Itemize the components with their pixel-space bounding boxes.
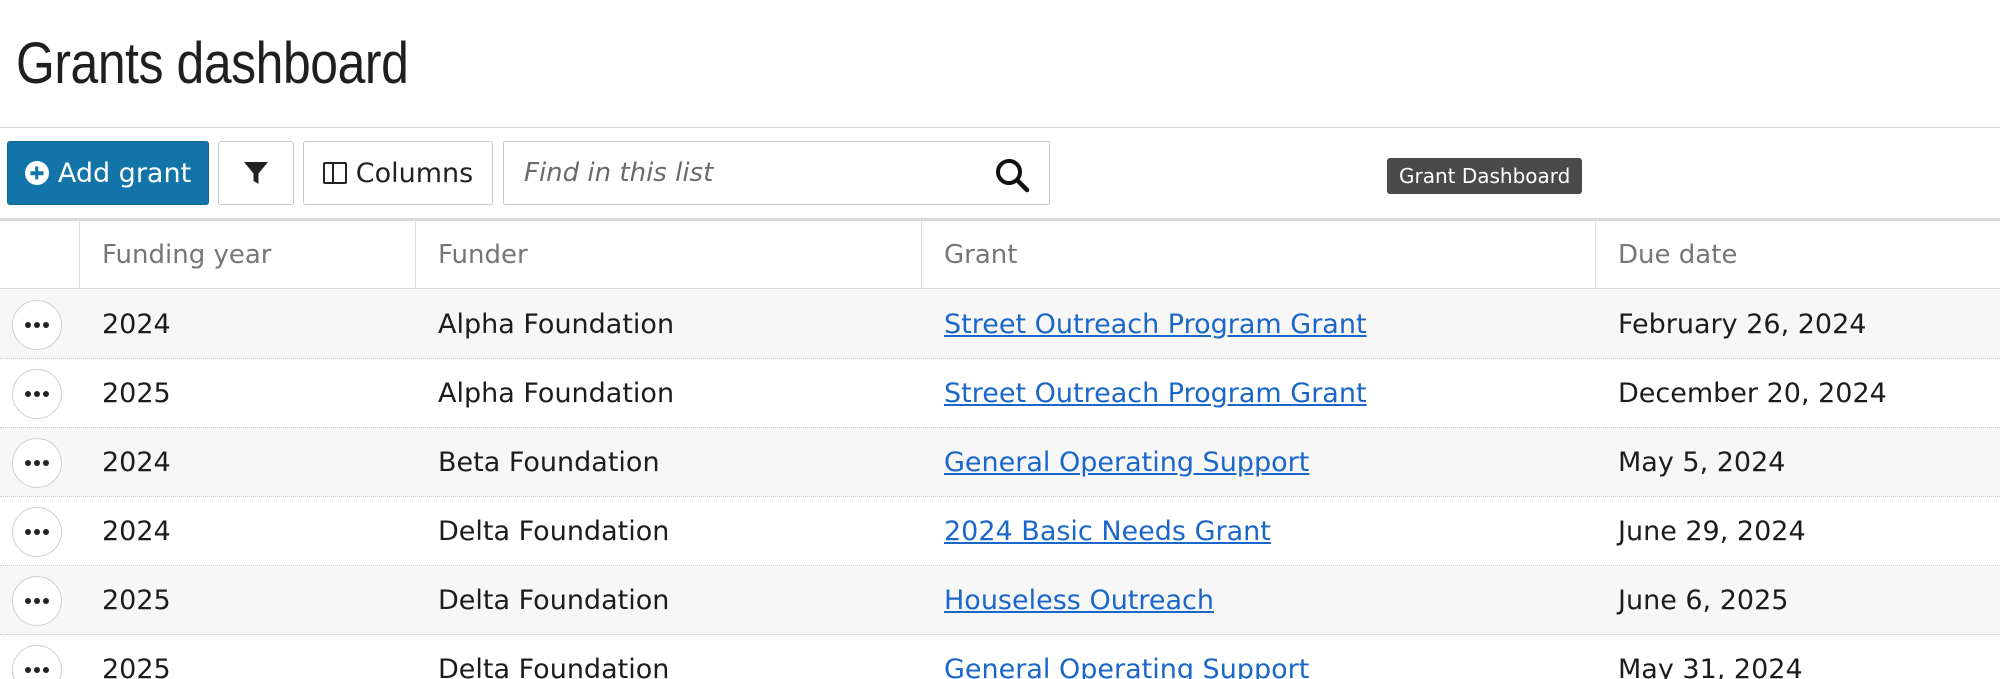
ellipsis-dot-icon — [34, 322, 40, 328]
toolbar: Add grant Columns Grant Dashboard — [0, 141, 2000, 205]
table-header: Funding year Funder Grant Due date — [0, 221, 2000, 289]
row-actions-button[interactable] — [12, 438, 62, 488]
cell-funding-year: 2025 — [102, 584, 171, 616]
table-body: 2024 Alpha Foundation Street Outreach Prog… — [0, 290, 2000, 679]
cell-funding-year: 2024 — [102, 308, 171, 340]
column-header-grant[interactable]: Grant — [921, 221, 1595, 288]
table-row: 2025 Delta Foundation Houseless Outreach Ju… — [0, 566, 2000, 635]
grant-link[interactable]: Houseless Outreach — [944, 585, 1214, 616]
cell-grant: 2024 Basic Needs Grant — [944, 497, 1271, 565]
cell-due-date: May 31, 2024 — [1618, 653, 1803, 679]
cell-funding-year: 2025 — [102, 377, 171, 409]
row-actions-button[interactable] — [12, 369, 62, 419]
column-header-funding-year[interactable]: Funding year — [79, 221, 415, 288]
search-box — [503, 141, 1050, 205]
search-icon[interactable] — [993, 156, 1031, 194]
add-grant-button[interactable]: Add grant — [7, 141, 209, 205]
ellipsis-dot-icon — [43, 598, 49, 604]
title-divider — [0, 127, 2000, 128]
table-row: 2024 Alpha Foundation Street Outreach Prog… — [0, 290, 2000, 359]
cell-grant: Houseless Outreach — [944, 566, 1214, 634]
table-row: 2025 Delta Foundation General Operating Su… — [0, 635, 2000, 679]
cell-grant: General Operating Support — [944, 428, 1309, 496]
row-actions-button[interactable] — [12, 507, 62, 557]
columns-label: Columns — [355, 157, 474, 189]
table-row: 2024 Delta Foundation 2024 Basic Needs Gra… — [0, 497, 2000, 566]
row-actions-button[interactable] — [12, 576, 62, 626]
cell-grant: Street Outreach Program Grant — [944, 359, 1367, 427]
cell-funding-year: 2024 — [102, 515, 171, 547]
row-actions-button[interactable] — [12, 300, 62, 350]
ellipsis-dot-icon — [25, 460, 31, 466]
ellipsis-dot-icon — [34, 598, 40, 604]
columns-icon — [322, 162, 347, 184]
page-title: Grants dashboard — [16, 31, 409, 96]
table-row: 2025 Alpha Foundation Street Outreach Prog… — [0, 359, 2000, 428]
ellipsis-dot-icon — [34, 529, 40, 535]
cell-grant: General Operating Support — [944, 635, 1309, 679]
ellipsis-dot-icon — [25, 667, 31, 673]
ellipsis-dot-icon — [43, 322, 49, 328]
cell-funding-year: 2025 — [102, 653, 171, 679]
cell-due-date: February 26, 2024 — [1618, 308, 1867, 340]
cell-due-date: May 5, 2024 — [1618, 446, 1786, 478]
tooltip: Grant Dashboard — [1387, 158, 1583, 194]
ellipsis-dot-icon — [34, 667, 40, 673]
table-row: 2024 Beta Foundation General Operating Sup… — [0, 428, 2000, 497]
filter-button[interactable] — [218, 141, 294, 205]
grant-link[interactable]: General Operating Support — [944, 654, 1309, 679]
grant-link[interactable]: General Operating Support — [944, 447, 1309, 478]
cell-funder: Beta Foundation — [438, 446, 660, 478]
ellipsis-dot-icon — [25, 598, 31, 604]
row-actions-button[interactable] — [12, 645, 62, 679]
plus-circle-icon — [24, 161, 49, 185]
cell-funder: Delta Foundation — [438, 584, 670, 616]
search-input[interactable] — [524, 150, 964, 196]
page: Grants dashboard Add grant Columns Grant… — [0, 0, 2000, 679]
ellipsis-dot-icon — [43, 391, 49, 397]
cell-due-date: June 6, 2025 — [1618, 584, 1789, 616]
ellipsis-dot-icon — [43, 667, 49, 673]
ellipsis-dot-icon — [25, 322, 31, 328]
column-header-due-date[interactable]: Due date — [1595, 221, 2000, 288]
cell-due-date: June 29, 2024 — [1618, 515, 1806, 547]
cell-funder: Alpha Foundation — [438, 377, 675, 409]
ellipsis-dot-icon — [43, 460, 49, 466]
ellipsis-dot-icon — [43, 529, 49, 535]
grant-link[interactable]: 2024 Basic Needs Grant — [944, 516, 1271, 547]
filter-icon — [244, 162, 268, 184]
cell-funder: Delta Foundation — [438, 515, 670, 547]
ellipsis-dot-icon — [25, 529, 31, 535]
grant-link[interactable]: Street Outreach Program Grant — [944, 309, 1367, 340]
ellipsis-dot-icon — [34, 391, 40, 397]
cell-due-date: December 20, 2024 — [1618, 377, 1887, 409]
columns-button[interactable]: Columns — [303, 141, 493, 205]
ellipsis-dot-icon — [34, 460, 40, 466]
column-header-funder[interactable]: Funder — [415, 221, 921, 288]
cell-funder: Alpha Foundation — [438, 308, 675, 340]
grant-link[interactable]: Street Outreach Program Grant — [944, 378, 1367, 409]
cell-funder: Delta Foundation — [438, 653, 670, 679]
cell-grant: Street Outreach Program Grant — [944, 290, 1367, 358]
cell-funding-year: 2024 — [102, 446, 171, 478]
ellipsis-dot-icon — [25, 391, 31, 397]
add-grant-label: Add grant — [57, 157, 192, 189]
